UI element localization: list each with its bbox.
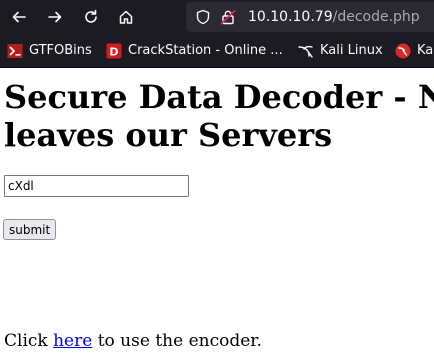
encoder-link[interactable]: here [53,331,92,351]
submit-button[interactable]: submit [3,219,57,240]
url-path: /decode.php [332,9,420,25]
back-button[interactable] [7,5,31,29]
insecure-lock-icon[interactable] [220,9,236,25]
reload-icon [85,9,97,23]
reload-button[interactable] [79,5,103,29]
bookmark-label: Kali Linux [320,43,383,58]
bookmark-gtfobins[interactable]: GTFOBins [7,43,92,59]
url-bar[interactable]: 10.10.10.79/decode.php [186,2,434,32]
home-button[interactable] [114,5,138,29]
encoder-prefix-text: Click [4,331,54,351]
page-content: Secure Data Decoder - No data leaves our… [0,68,434,354]
crackstation-icon: D [106,43,122,59]
browser-toolbar: 10.10.10.79/decode.php [0,0,434,34]
forward-button[interactable] [43,5,67,29]
page-title: Secure Data Decoder - No data leaves our… [4,78,434,154]
kali-linux-icon [298,45,313,58]
encoder-link-line: Click here to use the encoder. [4,331,262,351]
bookmark-crackstation[interactable]: D CrackStation - Online ... [106,43,283,59]
bookmark-label: CrackStation - Online ... [128,43,283,58]
url-host: 10.10.10.79 [248,9,333,25]
tracking-protection-shield-icon[interactable] [195,9,211,25]
kali-tools-icon [395,43,411,59]
home-icon [119,10,133,24]
bookmarks-toolbar: GTFOBins D CrackStation - Online ... Kal… [0,34,434,68]
forward-arrow-icon [48,11,62,23]
decode-input[interactable] [4,175,189,197]
bookmark-label: GTFOBins [29,43,92,58]
back-arrow-icon [12,11,26,23]
gtfobins-icon [7,44,23,58]
bookmark-kali-tools[interactable]: Kal [395,43,434,59]
encoder-suffix-text: to use the encoder. [92,331,262,351]
bookmark-kali-linux[interactable]: Kali Linux [298,43,383,59]
bookmark-label: Kal [417,43,434,58]
browser-chrome: 10.10.10.79/decode.php GTFOBins D CrackS… [0,0,434,68]
svg-text:D: D [109,46,118,59]
url-text[interactable]: 10.10.10.79/decode.php [248,9,420,25]
